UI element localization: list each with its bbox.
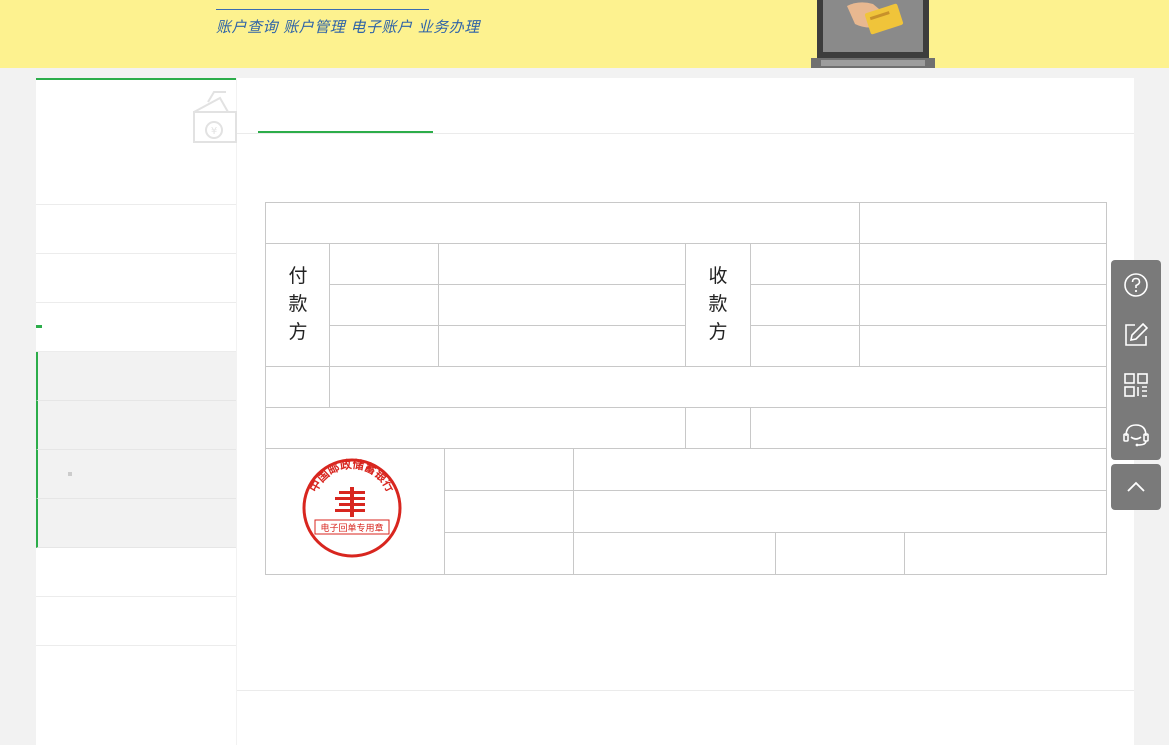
- sidebar-item-3[interactable]: [36, 254, 236, 303]
- row-divider: [329, 284, 686, 285]
- sidebar-subitem-4[interactable]: [36, 499, 236, 548]
- sidebar-item-5[interactable]: [36, 548, 236, 597]
- floating-toolbar: [1111, 260, 1161, 460]
- active-indicator: [36, 325, 42, 328]
- row-divider: [266, 407, 1106, 408]
- laptop-card-illustration: [811, 0, 935, 68]
- cell-divider: [685, 407, 686, 448]
- qrcode-button[interactable]: [1111, 360, 1161, 410]
- row-divider: [750, 284, 1106, 285]
- sidebar-item-2[interactable]: [36, 205, 236, 254]
- main-panel: 付 款 方 收 款 方 中国邮政储蓄银行 电子回单专用章: [237, 78, 1134, 745]
- back-to-top-icon: [1127, 481, 1145, 492]
- svg-text:电子回单专用章: 电子回单专用章: [320, 522, 383, 534]
- cell-divider: [444, 448, 445, 575]
- help-button[interactable]: [1111, 260, 1161, 310]
- feedback-button[interactable]: [1111, 310, 1161, 360]
- cell-divider: [775, 532, 776, 575]
- cell-divider: [329, 243, 330, 408]
- bank-seal-stamp: 中国邮政储蓄银行 电子回单专用章: [302, 457, 402, 558]
- cell-divider: [438, 243, 439, 367]
- row-divider: [266, 243, 1106, 244]
- cell-divider: [750, 407, 751, 448]
- footer-divider: [237, 690, 1134, 691]
- tab-bar: [237, 78, 1134, 134]
- payee-label: 收 款 方: [708, 265, 728, 343]
- cell-divider: [859, 243, 860, 367]
- cell-divider: [750, 243, 751, 367]
- svg-text:¥: ¥: [211, 126, 217, 137]
- row-divider: [266, 366, 1106, 367]
- sidebar-subitem-2[interactable]: [36, 401, 236, 450]
- row-divider: [750, 325, 1106, 326]
- edit-icon: [1125, 322, 1149, 346]
- wallet-icon: ¥: [193, 91, 237, 143]
- back-to-top-button[interactable]: [1111, 464, 1161, 510]
- sidebar-subitem-3[interactable]: [36, 450, 236, 499]
- e-receipt: 付 款 方 收 款 方 中国邮政储蓄银行 电子回单专用章: [265, 202, 1107, 575]
- sidebar-item-active[interactable]: [36, 303, 236, 352]
- help-icon: [1124, 273, 1148, 297]
- cell-divider: [573, 448, 574, 575]
- sidebar-item-6[interactable]: [36, 597, 236, 646]
- row-divider: [444, 490, 1106, 491]
- row-divider: [266, 448, 1106, 449]
- row-divider: [329, 325, 686, 326]
- sidebar-subitem-1[interactable]: [36, 352, 236, 401]
- banner-slogan: 账户查询 账户管理 电子账户 业务办理: [216, 18, 480, 36]
- cell-divider: [904, 532, 905, 575]
- customer-service-button[interactable]: [1111, 410, 1161, 460]
- sidebar-item-1[interactable]: [36, 156, 236, 205]
- qrcode-icon: [1124, 373, 1148, 397]
- banner-divider: [216, 9, 429, 10]
- tab-active[interactable]: [258, 78, 433, 133]
- sidebar: ¥: [36, 78, 237, 745]
- payer-label: 付 款 方: [288, 265, 308, 343]
- customer-service-icon: [1123, 424, 1149, 447]
- bullet-icon: [68, 472, 72, 476]
- top-banner: 账户查询 账户管理 电子账户 业务办理: [0, 0, 1169, 68]
- cell-divider: [859, 203, 860, 244]
- cell-divider: [685, 243, 686, 367]
